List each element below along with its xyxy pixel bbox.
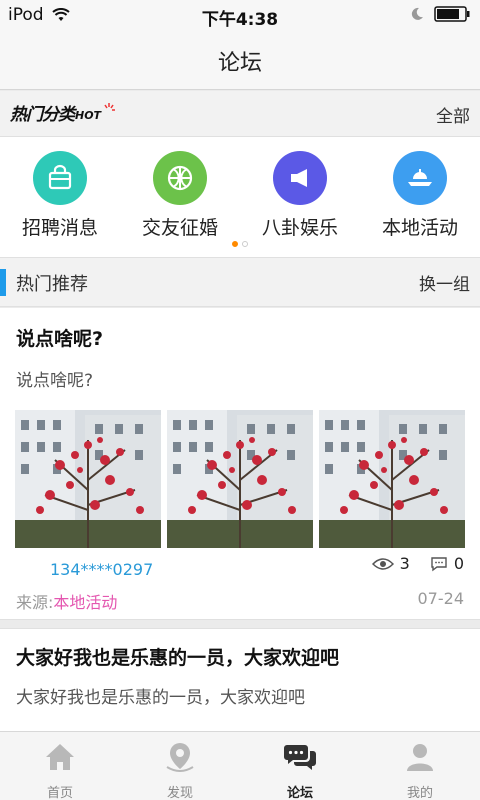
post-stats: 3 0 <box>371 554 464 573</box>
post-source: 来源:本地活动 <box>16 589 117 613</box>
eye-icon <box>371 557 394 570</box>
chat-icon <box>284 745 316 770</box>
categories-header: 热门分类 HOT 全部 <box>0 91 480 137</box>
post-description: 说点啥呢? <box>16 371 94 391</box>
tab-label: 首页 <box>46 786 73 800</box>
category-gossip[interactable]: 八卦娱乐 <box>240 151 360 240</box>
post-card[interactable]: 大家好我也是乐惠的一员，大家欢迎吧 大家好我也是乐惠的一员，大家欢迎吧 <box>0 628 480 738</box>
category-label: 八卦娱乐 <box>261 217 338 239</box>
post-description: 大家好我也是乐惠的一员，大家欢迎吧 <box>16 688 305 708</box>
post-title: 说点啥呢? <box>16 328 104 350</box>
page-indicator <box>0 241 480 247</box>
tab-label: 论坛 <box>286 786 313 800</box>
post-title: 大家好我也是乐惠的一员，大家欢迎吧 <box>16 647 340 669</box>
bag-icon <box>48 164 72 190</box>
tab-home[interactable]: 首页 <box>0 732 120 800</box>
category-dating[interactable]: 交友征婚 <box>120 151 240 240</box>
refresh-recommend-button[interactable]: 换一组 <box>419 270 470 295</box>
post-image-gallery <box>15 410 465 548</box>
moon-icon <box>411 7 423 20</box>
post-image[interactable] <box>167 410 313 548</box>
tab-label: 发现 <box>166 786 193 800</box>
post-card[interactable]: 说点啥呢? 说点啥呢? 134****0297 3 0 来源:本地活动 07-2… <box>0 308 480 620</box>
comment-icon <box>431 556 447 571</box>
tab-forum[interactable]: 论坛 <box>240 732 360 800</box>
category-label: 本地活动 <box>381 217 458 239</box>
megaphone-icon <box>291 169 307 187</box>
post-image[interactable] <box>15 410 161 548</box>
tab-me[interactable]: 我的 <box>360 732 480 800</box>
recommend-title: 热门推荐 <box>16 274 88 295</box>
battery-icon <box>434 6 470 22</box>
status-bar: iPod 下午4:38 <box>0 0 480 30</box>
page-dot <box>242 241 248 247</box>
source-label: 来源: <box>16 593 54 612</box>
home-icon <box>46 744 74 770</box>
page-title: 论坛 <box>217 51 262 76</box>
post-date: 07-24 <box>417 589 465 608</box>
post-image[interactable] <box>319 410 465 548</box>
location-icon <box>166 743 194 772</box>
see-all-categories-link[interactable]: 全部 <box>436 102 470 127</box>
category-label: 交友征婚 <box>141 217 218 239</box>
view-count: 3 <box>399 554 410 573</box>
status-time: 下午4:38 <box>201 10 279 30</box>
sparkle-icon <box>104 102 116 111</box>
section-accent-bar <box>0 269 6 296</box>
boat-icon <box>408 169 432 186</box>
source-category-link[interactable]: 本地活动 <box>53 593 117 612</box>
category-jobs[interactable]: 招聘消息 <box>0 151 120 240</box>
nav-bar: 论坛 <box>0 30 480 90</box>
ball-icon <box>167 165 193 191</box>
post-author[interactable]: 134****0297 <box>50 560 153 579</box>
category-label: 招聘消息 <box>21 217 98 239</box>
tab-discover[interactable]: 发现 <box>120 732 240 800</box>
category-grid: 招聘消息 交友征婚 八卦娱乐 本地活动 <box>0 137 480 257</box>
category-local-events[interactable]: 本地活动 <box>360 151 480 240</box>
hot-categories-logo: 热门分类 HOT <box>10 100 116 125</box>
comment-count: 0 <box>453 554 464 573</box>
page-dot-active <box>232 241 238 247</box>
recommend-header: 热门推荐 换一组 <box>0 257 480 307</box>
bottom-tab-bar: 首页 发现 论坛 我的 <box>0 731 480 800</box>
tab-label: 我的 <box>406 786 433 800</box>
user-icon <box>407 744 433 771</box>
